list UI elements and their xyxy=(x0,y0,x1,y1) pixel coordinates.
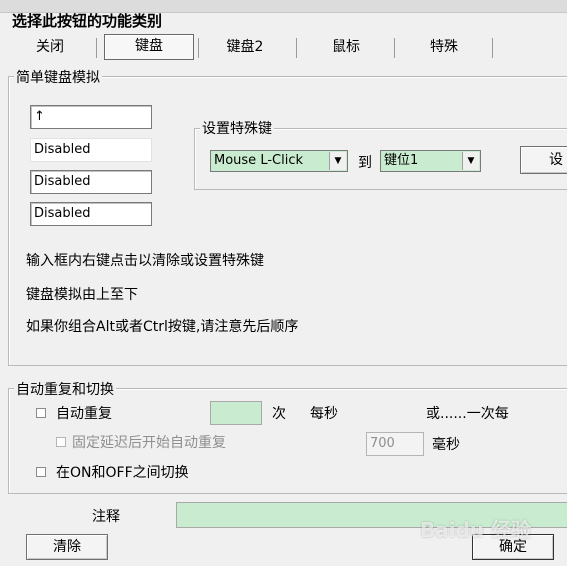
key-field-1[interactable]: ↑ xyxy=(30,105,152,129)
tab-keyboard[interactable]: 键盘 xyxy=(104,34,194,60)
auto-repeat-group-title: 自动重复和切换 xyxy=(14,379,116,399)
tab-separator xyxy=(198,38,199,58)
auto-repeat-checkbox[interactable] xyxy=(36,408,46,418)
special-key-target-select[interactable]: 键位1 ▼ xyxy=(380,150,481,172)
special-key-target-value: 键位1 xyxy=(384,153,419,168)
tab-separator xyxy=(96,38,97,58)
hint-line-1: 输入框内右键点击以清除或设置特殊键 xyxy=(26,253,264,269)
hint-line-3: 如果你组合Alt或者Ctrl按键,请注意先后顺序 xyxy=(26,319,299,335)
special-key-source-value: Mouse L-Click xyxy=(214,153,303,168)
special-key-source-select[interactable]: Mouse L-Click ▼ xyxy=(210,150,348,172)
key-field-4[interactable]: Disabled xyxy=(30,202,152,226)
delay-ms-field[interactable]: 700 xyxy=(366,432,424,456)
toggle-on-off-checkbox[interactable] xyxy=(36,467,46,477)
chevron-down-icon[interactable]: ▼ xyxy=(329,152,346,170)
repeat-count-field[interactable] xyxy=(210,401,262,425)
per-second-label: 每秒 xyxy=(310,406,338,422)
special-key-group-title: 设置特殊键 xyxy=(200,118,274,138)
toggle-on-off-label: 在ON和OFF之间切换 xyxy=(56,465,189,481)
simple-keyboard-group-title: 简单键盘模拟 xyxy=(14,67,102,87)
tab-separator xyxy=(492,38,493,58)
fixed-delay-checkbox[interactable] xyxy=(56,437,66,447)
set-special-key-button[interactable]: 设 xyxy=(520,146,567,174)
tab-separator xyxy=(394,38,395,58)
times-unit-label: 次 xyxy=(272,406,286,422)
auto-repeat-label: 自动重复 xyxy=(56,406,112,422)
baidu-watermark: Baidu 经验 xyxy=(420,518,532,542)
hint-line-2: 键盘模拟由上至下 xyxy=(26,287,138,303)
tab-separator xyxy=(296,38,297,58)
note-label: 注释 xyxy=(92,509,120,525)
clear-button[interactable]: 清除 xyxy=(26,534,108,560)
tab-special[interactable]: 特殊 xyxy=(408,36,480,58)
key-field-3[interactable]: Disabled xyxy=(30,170,152,194)
chevron-down-icon[interactable]: ▼ xyxy=(462,152,479,170)
to-label: 到 xyxy=(358,155,372,171)
dialog-title: 选择此按钮的功能类别 xyxy=(12,12,163,30)
tab-close[interactable]: 关闭 xyxy=(20,36,80,58)
tab-keyboard2[interactable]: 键盘2 xyxy=(210,36,280,58)
key-field-2[interactable]: Disabled xyxy=(30,138,152,162)
tab-mouse[interactable]: 鼠标 xyxy=(310,36,382,58)
or-once-each-label: 或......一次每 xyxy=(426,406,509,422)
ms-unit-label: 毫秒 xyxy=(432,437,460,453)
fixed-delay-label: 固定延迟后开始自动重复 xyxy=(72,435,226,451)
